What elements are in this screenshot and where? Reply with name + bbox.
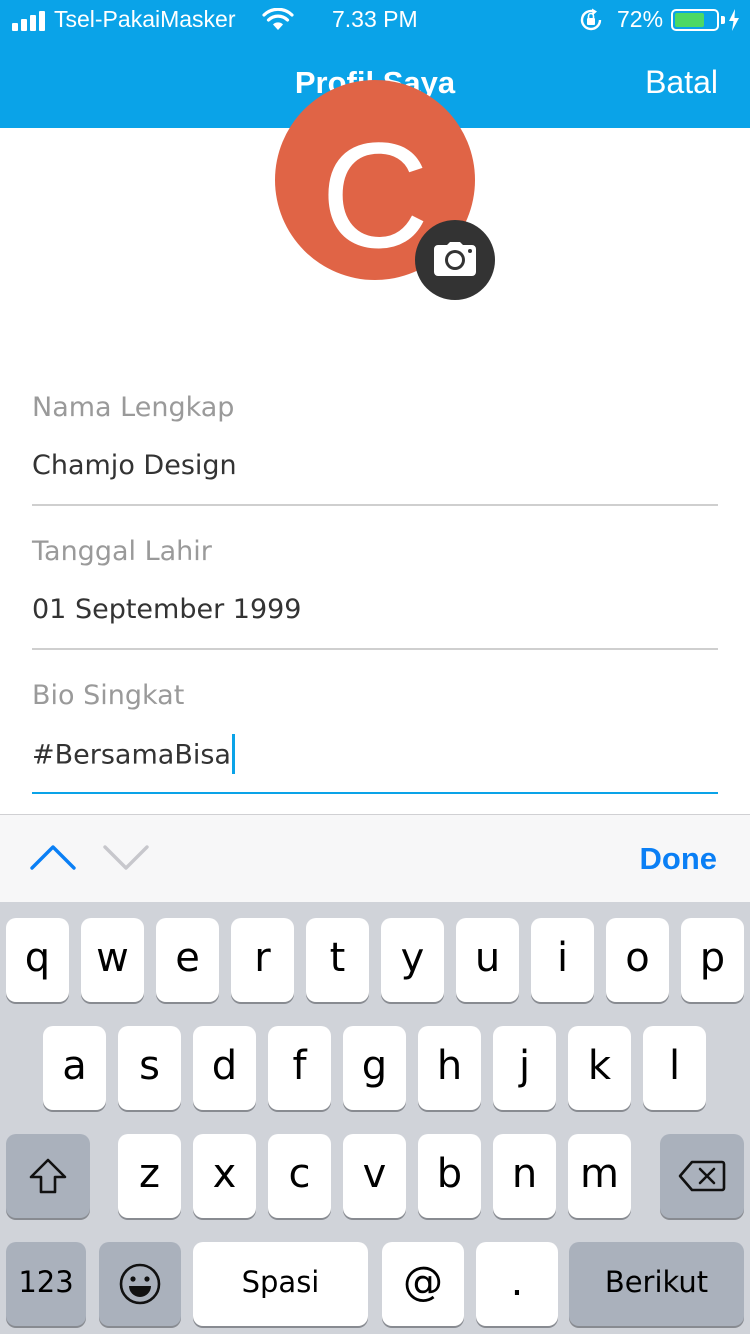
key-x[interactable]: x xyxy=(193,1134,256,1218)
key-e[interactable]: e xyxy=(156,918,219,1002)
wifi-icon xyxy=(262,8,294,30)
keyboard-accessory-bar: Done xyxy=(0,814,750,902)
space-key[interactable]: Spasi xyxy=(193,1242,368,1326)
key-j[interactable]: j xyxy=(493,1026,556,1110)
key-t[interactable]: t xyxy=(306,918,369,1002)
key-o[interactable]: o xyxy=(606,918,669,1002)
dot-key[interactable]: . xyxy=(476,1242,558,1326)
key-r[interactable]: r xyxy=(231,918,294,1002)
next-key[interactable]: Berikut xyxy=(569,1242,744,1326)
key-n[interactable]: n xyxy=(493,1134,556,1218)
key-b[interactable]: b xyxy=(418,1134,481,1218)
key-y[interactable]: y xyxy=(381,918,444,1002)
field-label: Tanggal Lahir xyxy=(32,536,212,567)
field-label: Bio Singkat xyxy=(32,680,185,711)
field-label: Nama Lengkap xyxy=(32,392,235,423)
battery-cap xyxy=(721,16,725,24)
short-bio-input[interactable]: #BersamaBisa xyxy=(32,734,235,774)
full-name-field[interactable]: Nama Lengkap Chamjo Design xyxy=(32,362,718,506)
key-w[interactable]: w xyxy=(81,918,144,1002)
cancel-button[interactable]: Batal xyxy=(645,64,718,101)
full-name-input[interactable]: Chamjo Design xyxy=(32,450,237,481)
battery-icon xyxy=(671,9,719,31)
status-time: 7.33 PM xyxy=(332,6,418,32)
carrier-name: Tsel-PakaiMasker xyxy=(54,6,236,32)
at-key[interactable]: @ xyxy=(382,1242,464,1326)
key-u[interactable]: u xyxy=(456,918,519,1002)
short-bio-field[interactable]: Bio Singkat #BersamaBisa xyxy=(32,650,718,794)
key-a[interactable]: a xyxy=(43,1026,106,1110)
change-photo-button[interactable] xyxy=(415,220,495,300)
text-caret xyxy=(231,734,235,774)
key-k[interactable]: k xyxy=(568,1026,631,1110)
numbers-key[interactable]: 123 xyxy=(6,1242,86,1326)
charging-bolt-icon xyxy=(729,9,739,31)
done-button[interactable]: Done xyxy=(640,841,718,877)
key-s[interactable]: s xyxy=(118,1026,181,1110)
birth-date-field[interactable]: Tanggal Lahir 01 September 1999 xyxy=(32,506,718,650)
chevron-down-icon[interactable] xyxy=(102,841,150,873)
key-i[interactable]: i xyxy=(531,918,594,1002)
key-q[interactable]: q xyxy=(6,918,69,1002)
shift-key[interactable] xyxy=(6,1134,90,1218)
short-bio-text: #BersamaBisa xyxy=(32,739,231,771)
birth-date-input[interactable]: 01 September 1999 xyxy=(32,594,301,625)
key-p[interactable]: p xyxy=(681,918,744,1002)
key-c[interactable]: c xyxy=(268,1134,331,1218)
battery-percent: 72% xyxy=(617,6,664,32)
key-h[interactable]: h xyxy=(418,1026,481,1110)
key-d[interactable]: d xyxy=(193,1026,256,1110)
backspace-icon xyxy=(678,1160,726,1192)
status-bar: Tsel-PakaiMasker 7.33 PM 72% xyxy=(0,0,750,40)
delete-key[interactable] xyxy=(660,1134,744,1218)
key-m[interactable]: m xyxy=(568,1134,631,1218)
emoji-icon xyxy=(119,1263,161,1305)
battery-level-fill xyxy=(675,13,704,27)
signal-icon xyxy=(12,11,48,31)
key-l[interactable]: l xyxy=(643,1026,706,1110)
key-z[interactable]: z xyxy=(118,1134,181,1218)
camera-icon xyxy=(434,242,476,276)
key-v[interactable]: v xyxy=(343,1134,406,1218)
chevron-up-icon[interactable] xyxy=(29,841,77,873)
emoji-key[interactable] xyxy=(99,1242,181,1326)
keyboard: qwertyuiop asdfghjkl zxcvbnm 123 Spasi @… xyxy=(0,902,750,1334)
shift-icon xyxy=(29,1158,67,1194)
key-f[interactable]: f xyxy=(268,1026,331,1110)
key-g[interactable]: g xyxy=(343,1026,406,1110)
orientation-lock-icon xyxy=(580,8,602,31)
